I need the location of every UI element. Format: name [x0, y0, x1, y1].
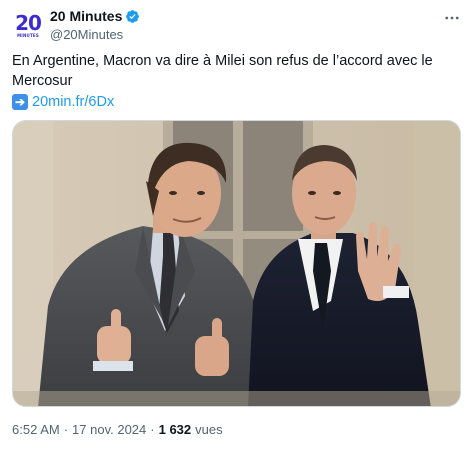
tweet-photo[interactable]: [12, 120, 461, 407]
brand-logo-subtext: MINUTES: [17, 33, 39, 38]
tweet-card[interactable]: 20 MINUTES 20 Minutes @20Minutes En Arge…: [0, 0, 474, 453]
link-row: ➔ 20min.fr/6Dx: [12, 92, 452, 112]
tweet-date[interactable]: 17 nov. 2024: [72, 422, 146, 437]
avatar[interactable]: 20 MINUTES: [12, 9, 44, 41]
tweet-body: En Argentine, Macron va dire à Milei son…: [12, 51, 452, 112]
meta-separator-2: ·: [150, 422, 155, 437]
more-options-icon[interactable]: [440, 6, 464, 30]
tweet-meta: 6:52 AM · 17 nov. 2024 · 1 632 vues: [12, 422, 223, 437]
verified-badge-icon: [125, 9, 140, 24]
meta-separator: ·: [63, 422, 69, 437]
user-info: 20 Minutes @20Minutes: [50, 8, 140, 42]
user-handle[interactable]: @20Minutes: [50, 27, 140, 42]
views-count: 1 632: [158, 422, 192, 437]
tweet-time[interactable]: 6:52 AM: [12, 422, 60, 437]
article-link[interactable]: 20min.fr/6Dx: [32, 92, 114, 112]
arrow-right-emoji-icon: ➔: [12, 94, 28, 110]
photo-image: [13, 121, 460, 406]
brand-logo-number: 20: [15, 11, 42, 35]
name-row: 20 Minutes: [50, 8, 140, 24]
display-name[interactable]: 20 Minutes: [50, 8, 122, 24]
tweet-text: En Argentine, Macron va dire à Milei son…: [12, 53, 433, 89]
views-label: vues: [195, 422, 223, 437]
